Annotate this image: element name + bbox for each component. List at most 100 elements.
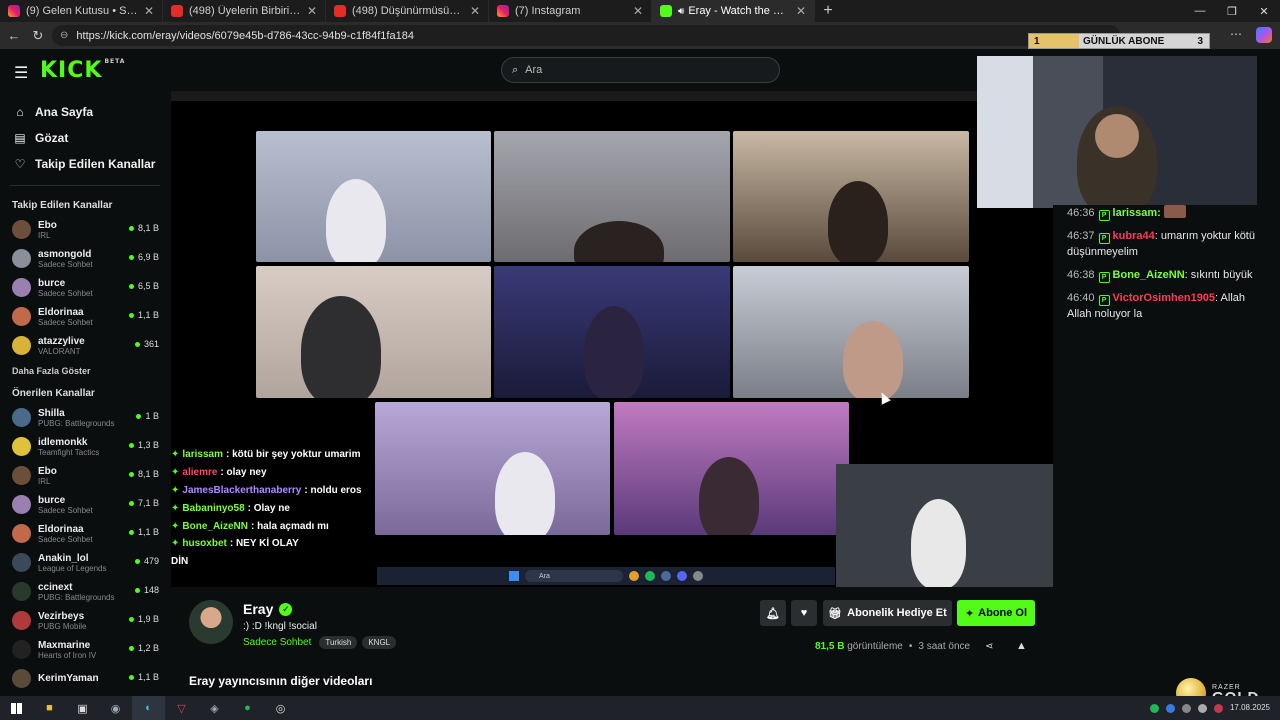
browser-tab[interactable]: (498) Düşünürmüsün Beni - YouTube ✕ (326, 0, 489, 22)
url-field[interactable]: ⊖ https://kick.com/eray/videos/6079e45b-… (52, 25, 1120, 46)
chat-badge-icon: ✦ (171, 467, 180, 479)
home-icon: ⌂ (16, 105, 24, 119)
steam-icon (661, 571, 671, 581)
back-icon[interactable]: ← (2, 28, 26, 43)
new-tab-button[interactable]: + (815, 0, 841, 22)
overlay-chat-user: Bone_AizeNN (182, 520, 248, 532)
channel-item[interactable]: Vezirbeys PUBG Mobile 1,9 B (0, 606, 171, 635)
close-tab-icon[interactable]: ✕ (796, 4, 806, 18)
share-icon[interactable]: ⋖ (985, 641, 993, 652)
edge-browser-icon[interactable]: ◐ (132, 696, 165, 720)
subscribe-button[interactable]: ✦ Abone Ol (957, 600, 1035, 626)
streamer-name[interactable]: Eray ✓ (243, 601, 293, 617)
channel-item[interactable]: atazzylive VALORANT 361 (0, 331, 171, 360)
chat-username[interactable]: larissam: (1113, 207, 1161, 219)
obs-icon[interactable]: ◎ (264, 696, 297, 720)
live-dot-icon (128, 283, 134, 289)
speaker-icon[interactable]: 🔊︎ (678, 6, 684, 17)
chat-badge-icon: ✦ (171, 502, 180, 514)
channel-item[interactable]: Eldorinaa Sadece Sohbet 1,1 B (0, 519, 171, 548)
store-icon[interactable]: ▣ (66, 696, 99, 720)
follow-button[interactable]: ♥ (791, 600, 817, 626)
sidebar-nav-item[interactable]: ⌂ Ana Sayfa (0, 99, 171, 125)
video-top-bar (171, 91, 1053, 101)
bluetooth-tray-icon[interactable] (1165, 703, 1175, 713)
chat-message: 46:36 Plarissam: (1067, 205, 1270, 221)
show-more-button[interactable]: Daha Fazla Göster (0, 360, 171, 382)
search-input[interactable]: ⌕ Ara (501, 57, 780, 83)
more-menu-icon[interactable]: ⋯ (1230, 27, 1242, 43)
streamer-name-text: Eray (243, 601, 274, 617)
channel-item[interactable]: Maxmarine Hearts of Iron IV 1,2 B (0, 635, 171, 664)
close-tab-icon[interactable]: ✕ (470, 4, 480, 18)
gift-sub-button[interactable]: 🎁︎ Abonelik Hediye Et (823, 600, 952, 626)
sidebar-divider (10, 185, 160, 186)
channel-item[interactable]: Shilla PUBG: Battlegrounds 1 B (0, 403, 171, 432)
kick-logo[interactable]: KICK BETA (40, 58, 125, 83)
sidebar-nav-label: Ana Sayfa (35, 105, 94, 119)
overlay-chat-text: : hala açmadı mı (250, 520, 329, 532)
overlay-chat-user: larissam (182, 449, 223, 461)
report-icon[interactable]: ▲ (1016, 640, 1027, 652)
channel-viewers: 6,5 B (128, 281, 159, 291)
file-explorer-icon[interactable]: ■ (33, 696, 66, 720)
tab-list: (9) Gelen Kutusu • Sohbetler✕(498) Üyele… (0, 0, 815, 22)
viewer-count: 361 (143, 339, 159, 349)
browser-tab[interactable]: 🔊︎ Eray - Watch the VOD on Kick ✕ (652, 0, 815, 22)
start-button[interactable] (0, 696, 33, 720)
browser-tab[interactable]: (7) Instagram ✕ (489, 0, 652, 22)
chat-username[interactable]: VictorOsimhen1905 (1113, 292, 1216, 304)
channel-item[interactable]: Anakin_lol League of Legends 479 (0, 548, 171, 577)
channel-avatar (12, 524, 31, 543)
notification-bell-button[interactable]: 🔔︎ (760, 600, 786, 626)
valorant-icon[interactable]: ▽ (165, 696, 198, 720)
channel-avatar (12, 408, 31, 427)
close-tab-icon[interactable]: ✕ (633, 4, 643, 18)
maximize-icon[interactable]: ❐ (1216, 0, 1248, 22)
live-dot-icon (128, 500, 134, 506)
stream-category[interactable]: Sadece Sohbet (243, 637, 311, 648)
steam-icon[interactable]: ◉ (99, 696, 132, 720)
channel-item[interactable]: asmongold Sadece Sohbet 6,9 B (0, 244, 171, 273)
channel-avatar (12, 249, 31, 268)
sidebar-nav-item[interactable]: ♡ Takip Edilen Kanallar (0, 151, 171, 177)
app-tray-icon[interactable] (1213, 703, 1223, 713)
browser-tab[interactable]: (498) Üyelerin Birbirini Öldürdüğü... ✕ (163, 0, 326, 22)
channel-item[interactable]: KerimYaman 1,1 B (0, 664, 171, 693)
copilot-icon[interactable] (1256, 27, 1272, 43)
close-window-icon[interactable]: ✕ (1248, 0, 1280, 22)
channel-viewers: 8,1 B (128, 223, 159, 233)
channel-item[interactable]: burce Sadece Sohbet 6,5 B (0, 273, 171, 302)
spotify-icon[interactable]: ● (231, 696, 264, 720)
live-dot-icon (134, 587, 140, 593)
chat-username[interactable]: Bone_AizeNN (1113, 269, 1185, 281)
tag-turkish[interactable]: Turkish (319, 636, 358, 649)
sidebar-nav-item[interactable]: ▤ Gözat (0, 125, 171, 151)
channel-item[interactable]: Eldorinaa Sadece Sohbet 1,1 B (0, 302, 171, 331)
volume-tray-icon[interactable] (1197, 703, 1207, 713)
refresh-icon[interactable]: ↻ (26, 28, 50, 44)
minimize-icon[interactable]: — (1184, 0, 1216, 22)
channel-item[interactable]: idlemonkk Teamfight Tactics 1,3 B (0, 432, 171, 461)
video-player[interactable]: ✦ larissam: kötü bir şey yoktur umarim ✦ al… (171, 91, 1053, 587)
overlay-chat-user: JamesBlackerthanaberry (182, 484, 302, 496)
channel-item[interactable]: ccinext PUBG: Battlegrounds 148 (0, 577, 171, 606)
channel-item[interactable]: burce Sadece Sohbet 7,1 B (0, 490, 171, 519)
steam-app-icon[interactable]: ◈ (198, 696, 231, 720)
site-info-icon[interactable]: ⊖ (60, 30, 68, 41)
chat-username[interactable]: kubra44 (1113, 230, 1155, 242)
video-tile (375, 402, 610, 535)
browser-toolbar-icons: ⋯ (1230, 27, 1272, 43)
spotify-tray-icon[interactable] (1149, 703, 1159, 713)
close-tab-icon[interactable]: ✕ (307, 4, 317, 18)
hamburger-menu-icon[interactable]: ☰ (14, 63, 28, 83)
network-tray-icon[interactable] (1181, 703, 1191, 713)
channel-item[interactable]: Ebo IRL 8,1 B (0, 215, 171, 244)
close-tab-icon[interactable]: ✕ (144, 4, 154, 18)
tag-kngl[interactable]: KNGL (362, 636, 397, 649)
instagram-icon (497, 5, 509, 17)
channel-item[interactable]: Ebo IRL 8,1 B (0, 461, 171, 490)
browser-tab[interactable]: (9) Gelen Kutusu • Sohbetler ✕ (0, 0, 163, 22)
streamer-avatar[interactable] (189, 600, 233, 644)
clock[interactable]: 17.08.2025 (1230, 703, 1270, 713)
